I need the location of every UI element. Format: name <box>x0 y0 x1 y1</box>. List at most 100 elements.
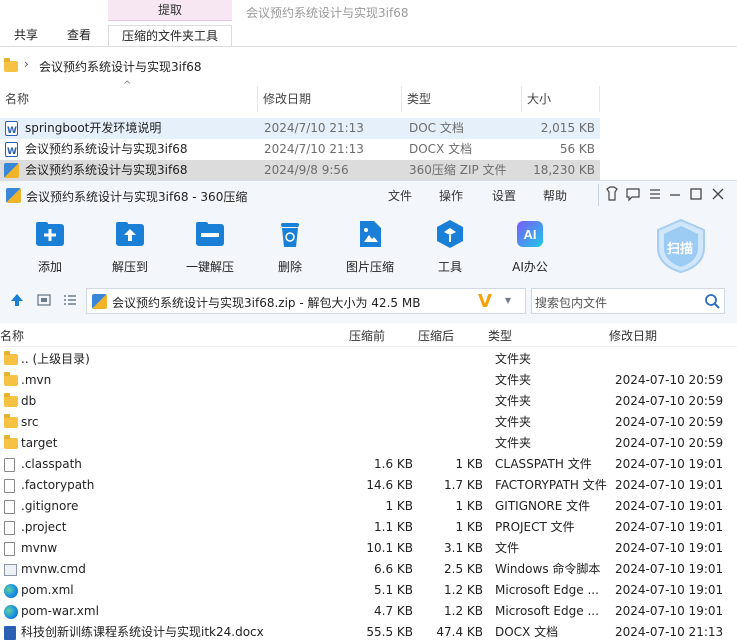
table-row[interactable]: mvnw 10.1 KB 3.1 KB 文件 2024-07-10 19:01 <box>0 538 737 559</box>
column-type[interactable]: 类型 <box>402 86 522 112</box>
image-compress-button[interactable]: 图片压缩 <box>330 219 410 275</box>
add-button[interactable]: 添加 <box>10 219 90 275</box>
file-icon <box>4 457 15 472</box>
delete-button[interactable]: 删除 <box>250 219 330 275</box>
image-compress-label: 图片压缩 <box>345 260 394 274</box>
ai-office-button[interactable]: AI AI办公 <box>490 219 570 275</box>
minimize-icon[interactable] <box>666 186 684 204</box>
entry-size-after: 1 KB <box>455 520 483 534</box>
entry-name: src <box>21 415 39 429</box>
one-click-extract-button[interactable]: 一键解压 <box>170 219 250 275</box>
column-before[interactable]: 压缩前 <box>349 327 385 344</box>
entry-type: Microsoft Edge ... <box>495 583 599 597</box>
menu-operate[interactable]: 操作 <box>439 187 463 204</box>
list-view-icon[interactable] <box>63 293 77 310</box>
title-divider <box>598 184 599 206</box>
table-row[interactable]: .project 1.1 KB 1 KB PROJECT 文件 2024-07-10 1… <box>0 517 737 538</box>
extract-to-button[interactable]: 解压到 <box>90 219 170 275</box>
entry-size-before: 1 KB <box>385 499 413 513</box>
column-name[interactable]: 名称 <box>0 86 258 112</box>
table-row[interactable]: .. (上级目录) 文件夹 <box>0 349 737 370</box>
search-input[interactable]: 搜索包内文件 <box>531 288 725 314</box>
list-item[interactable]: 会议预约系统设计与实现3if68 2024/7/10 21:13 DOCX 文档… <box>0 139 600 163</box>
search-placeholder: 搜索包内文件 <box>535 296 608 310</box>
skin-icon[interactable] <box>603 186 621 204</box>
close-icon[interactable] <box>709 186 727 204</box>
zip-titlebar: 会议预约系统设计与实现3if68 - 360压缩 文件 操作 设置 帮助 <box>0 181 737 211</box>
entry-date: 2024-07-10 19:01 <box>615 583 724 597</box>
table-row[interactable]: src 文件夹 2024-07-10 20:59 <box>0 412 737 433</box>
entry-name: .. (上级目录) <box>21 352 90 366</box>
one-click-extract-label: 一键解压 <box>185 260 234 274</box>
column-name[interactable]: 名称 <box>0 327 24 344</box>
column-date[interactable]: 修改日期 <box>258 86 402 112</box>
ai-icon: AI <box>517 221 543 247</box>
entry-type: 文件夹 <box>495 415 532 429</box>
table-row[interactable]: 科技创新训练课程系统设计与实现itk24.docx 55.5 KB 47.4 KB D… <box>0 622 737 643</box>
table-row[interactable]: .classpath 1.6 KB 1 KB CLASSPATH 文件 2024-07-… <box>0 454 737 475</box>
image-compress-icon <box>360 221 381 247</box>
table-row[interactable]: pom.xml 5.1 KB 1.2 KB Microsoft Edge ... 202… <box>0 580 737 601</box>
entry-type: Windows 命令脚本 <box>495 562 601 576</box>
entry-size-after: 1 KB <box>455 499 483 513</box>
menu-settings[interactable]: 设置 <box>492 187 516 204</box>
table-row[interactable]: .gitignore 1 KB 1 KB GITIGNORE 文件 2024-07-10… <box>0 496 737 517</box>
table-row[interactable]: mvnw.cmd 6.6 KB 2.5 KB Windows 命令脚本 2024-07-… <box>0 559 737 580</box>
maximize-icon[interactable] <box>687 186 705 204</box>
entry-size-after: 1.7 KB <box>444 478 483 492</box>
chevron-right-icon[interactable]: › <box>24 57 29 71</box>
column-after[interactable]: 压缩后 <box>418 327 454 344</box>
entry-date: 2024-07-10 21:13 <box>615 625 724 639</box>
file-list-header: ^ 名称 修改日期 类型 大小 <box>0 80 600 112</box>
scan-button[interactable]: 扫描 <box>655 218 707 274</box>
file-type: 360压缩 ZIP 文件 <box>409 163 507 177</box>
file-size: 18,230 KB <box>533 163 595 177</box>
feedback-icon[interactable] <box>624 186 642 204</box>
thumbnail-view-icon[interactable] <box>37 293 51 310</box>
list-item-selected[interactable]: 会议预约系统设计与实现3if68 2024/9/8 9:56 360压缩 ZIP… <box>0 160 600 181</box>
context-tab-extract[interactable]: 提取 <box>108 0 232 21</box>
entry-type: 文件夹 <box>495 373 532 387</box>
table-row[interactable]: target 文件夹 2024-07-10 20:59 <box>0 433 737 454</box>
table-row[interactable]: db 文件夹 2024-07-10 20:59 <box>0 391 737 412</box>
menu-file[interactable]: 文件 <box>388 187 412 204</box>
column-date[interactable]: 修改日期 <box>609 327 657 344</box>
entry-date: 2024-07-10 20:59 <box>615 436 724 450</box>
add-icon <box>36 222 64 246</box>
file-icon <box>4 499 15 514</box>
column-type[interactable]: 类型 <box>488 327 512 344</box>
tab-view[interactable]: 查看 <box>67 25 91 47</box>
entry-size-after: 47.4 KB <box>436 625 483 639</box>
folder-icon <box>4 351 18 365</box>
up-arrow-icon[interactable] <box>10 293 24 310</box>
entry-type: 文件夹 <box>495 352 532 366</box>
chevron-down-icon[interactable]: ▾ <box>505 293 511 307</box>
entry-size-after: 1 KB <box>455 457 483 471</box>
table-row[interactable]: pom-war.xml 4.7 KB 1.2 KB Microsoft Edge ..… <box>0 601 737 622</box>
entry-date: 2024-07-10 19:01 <box>615 604 724 618</box>
menu-icon[interactable] <box>646 186 664 204</box>
address-bar[interactable]: › 会议预约系统设计与实现3if68 <box>0 55 737 77</box>
column-size[interactable]: 大小 <box>522 86 600 112</box>
entry-type: 文件 <box>495 541 520 555</box>
menu-help[interactable]: 帮助 <box>543 187 567 204</box>
entry-date: 2024-07-10 19:01 <box>615 478 724 492</box>
zip-icon <box>92 294 107 309</box>
archive-file-list: 名称 压缩前 压缩后 类型 修改日期 .. (上级目录) 文件夹 .mvn 文件夹 20… <box>0 323 737 643</box>
search-icon[interactable] <box>704 293 720 312</box>
tab-compressed-folder-tools[interactable]: 压缩的文件夹工具 <box>108 25 232 47</box>
entry-name: 科技创新训练课程系统设计与实现itk24.docx <box>21 625 264 639</box>
list-item[interactable]: springboot开发环境说明 2024/7/10 21:13 DOC 文档 … <box>0 118 600 142</box>
entry-size-before: 55.5 KB <box>366 625 413 639</box>
v-icon[interactable]: V <box>478 291 492 312</box>
archive-path-field[interactable]: 会议预约系统设计与实现3if68.zip - 解包大小为 42.5 MB V ▾ <box>86 288 526 314</box>
tab-share[interactable]: 共享 <box>14 25 38 47</box>
entry-type: GITIGNORE 文件 <box>495 499 591 513</box>
table-row[interactable]: .factorypath 14.6 KB 1.7 KB FACTORYPATH 文件 2… <box>0 475 737 496</box>
word-doc-icon <box>5 142 18 163</box>
folder-icon <box>4 393 18 407</box>
entry-name: .gitignore <box>21 499 79 513</box>
table-row[interactable]: .mvn 文件夹 2024-07-10 20:59 <box>0 370 737 391</box>
tools-button[interactable]: 工具 <box>410 219 490 275</box>
archive-list-header: 名称 压缩前 压缩后 类型 修改日期 <box>0 323 737 347</box>
